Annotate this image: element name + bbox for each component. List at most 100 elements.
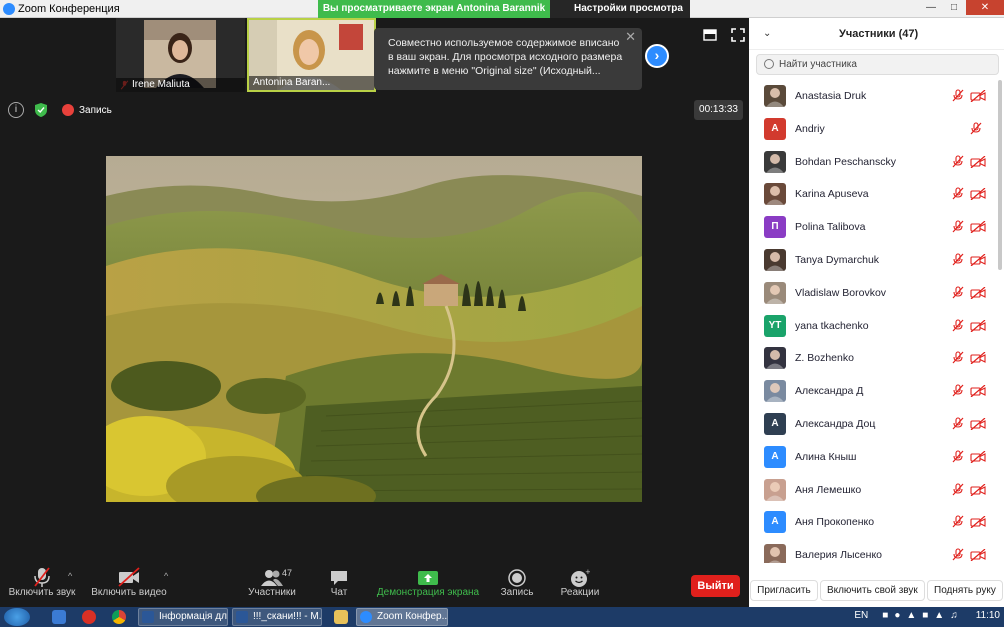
minimize-button[interactable]: — [920,0,942,15]
record-label: Запись [500,587,534,598]
participant-row[interactable]: Karina Apuseva [749,178,997,211]
participants-icon [261,570,283,586]
participant-row[interactable]: A Аня Прокопенко [749,506,997,539]
video-options-caret-icon[interactable]: ^ [164,571,168,581]
avatar [764,281,786,304]
tray-icons[interactable]: ■●▲■▲♫ [882,610,963,621]
shield-icon[interactable] [34,102,48,118]
participant-row[interactable]: П Polina Talibova [749,211,997,244]
tooltip-close-icon[interactable]: ✕ [625,30,636,44]
share-screen-button[interactable]: Демонстрация экрана [376,563,480,607]
taskbar-item-word-doc[interactable]: Інформація дл... [138,608,228,626]
mic-off-icon [952,220,964,233]
zoom-app-icon [3,3,15,15]
participant-row[interactable]: A Алина Кныш [749,441,997,474]
taskbar-item-zoom[interactable]: Zoom Конфер... [356,608,448,626]
participant-row[interactable]: Аня Лемешко [749,474,997,507]
chat-icon [331,571,347,585]
participant-name: Z. Bozhenko [795,352,854,365]
mic-off-icon [952,548,964,561]
avatar [764,478,786,501]
start-video-button[interactable]: Включить видео [90,563,168,607]
participant-row[interactable]: Tanya Dymarchuk [749,244,997,277]
chrome-icon[interactable] [112,610,126,624]
avatar: A [764,117,786,140]
mic-off-icon [952,384,964,397]
system-clock[interactable]: 11:10 [976,610,1000,621]
raise-hand-button[interactable]: Поднять руку [927,580,1003,601]
participant-row[interactable]: Валерия Лысенко [749,539,997,563]
share-screen-icon [418,571,438,585]
recording-label: Запись [79,104,112,116]
chat-label: Чат [330,587,348,598]
participant-row[interactable]: Z. Bozhenko [749,342,997,375]
participant-row[interactable]: Vladislaw Borovkov [749,277,997,310]
leave-button[interactable]: Выйти [691,575,740,597]
reactions-button[interactable]: + Реакции [558,563,602,607]
video-thumbnail[interactable]: Antonina Baran... [247,18,376,92]
camera-off-icon [970,516,986,529]
folder-icon[interactable] [334,610,348,624]
avatar [764,183,786,206]
camera-off-icon [970,253,986,266]
window-title: Zoom Конференция [18,3,120,15]
participant-row[interactable]: Bohdan Peschanscky [749,146,997,179]
participants-label: Участники [248,587,296,598]
mic-off-icon [952,483,964,495]
unmute-button[interactable]: Включить звук [8,563,76,607]
unmute-self-button[interactable]: Включить свой звук [819,580,925,601]
meeting-toolbar: Включить звук ^ Включить видео ^ 47 Учас… [0,563,749,607]
panel-title: Участники (47) [839,28,919,40]
view-options-button[interactable]: Настройки просмотра ▼ [550,0,690,31]
participant-name: Аня Лемешко [795,483,862,496]
invite-button[interactable]: Пригласить [750,580,818,601]
camera-off-icon [970,549,986,562]
record-indicator-icon [62,104,74,116]
chat-button[interactable]: Чат [326,563,352,607]
participant-row[interactable]: Александра Д [749,375,997,408]
opera-icon[interactable] [82,610,96,624]
start-button[interactable] [4,608,30,626]
panel-header: ⌄ Участники (47) [749,18,1004,50]
meeting-timer: 00:13:33 [694,100,743,120]
avatar: YT [764,314,786,337]
camera-off-icon [970,319,986,332]
participant-name: Александра Д [795,385,864,398]
video-thumbnail[interactable]: Irene Maliuta [116,18,245,92]
close-button[interactable]: ✕ [966,0,1004,15]
next-page-button[interactable]: › [645,44,669,68]
thumbnail-name: Irene Maliuta [116,78,245,92]
layout-toggle-icon[interactable] [703,28,717,42]
participant-row[interactable]: A Andriy [749,113,997,146]
start-video-label: Включить видео [91,587,167,598]
participant-name: Алина Кныш [795,450,857,463]
zoom-icon [360,611,372,623]
panel-footer: Пригласить Включить свой звук Поднять ру… [749,574,1004,607]
participants-button[interactable]: 47 Участники [246,563,298,607]
mic-off-icon [952,450,964,463]
mic-off-icon [952,253,964,266]
maximize-button[interactable]: □ [943,0,965,15]
participant-row[interactable]: Anastasia Druk [749,80,997,113]
record-button[interactable]: Запись [498,563,536,607]
ie-icon[interactable] [52,610,66,624]
participants-panel: ⌄ Участники (47) Найти участника Anastas… [749,18,1004,607]
participants-count: 47 [282,568,293,578]
taskbar-item-word-doc-2[interactable]: !!!_скани!!! - М... [232,608,322,626]
svg-text:+: + [585,568,590,576]
participant-name: Tanya Dymarchuk [795,253,880,266]
view-options-label: Настройки просмотра [574,3,683,14]
avatar: A [764,412,786,435]
participant-search-input[interactable]: Найти участника [756,54,999,75]
camera-off-icon [970,221,986,234]
participant-row[interactable]: YT yana tkachenko [749,310,997,343]
info-icon[interactable]: i [8,102,24,118]
participant-row[interactable]: A Александра Доц [749,408,997,441]
language-indicator[interactable]: EN [854,610,868,621]
collapse-chevron-icon[interactable]: ⌄ [763,28,771,39]
fullscreen-icon[interactable] [731,28,745,42]
audio-options-caret-icon[interactable]: ^ [68,571,72,581]
participant-list-scrollbar[interactable] [998,80,1002,270]
mic-off-icon [952,351,964,364]
participant-name: Александра Доц [795,417,876,430]
